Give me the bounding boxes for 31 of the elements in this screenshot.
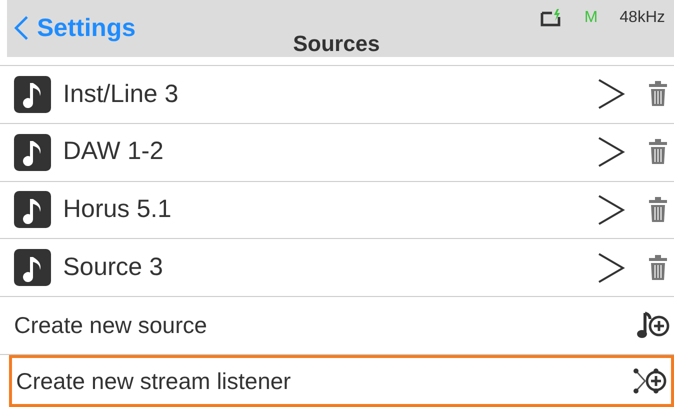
chevron-right-icon[interactable] xyxy=(596,136,626,168)
music-note-icon xyxy=(14,249,51,286)
add-network-icon[interactable] xyxy=(633,366,667,396)
action-row[interactable]: Create new source xyxy=(0,297,674,356)
music-note-icon xyxy=(14,191,51,228)
trash-icon[interactable] xyxy=(648,254,668,281)
source-name: Horus 5.1 xyxy=(63,194,172,226)
action-row[interactable]: Create new stream listener xyxy=(9,355,674,407)
add-note-icon[interactable] xyxy=(636,310,670,341)
source-row[interactable]: DAW 1-2 xyxy=(0,124,674,182)
trash-icon[interactable] xyxy=(648,139,668,166)
source-row[interactable]: Horus 5.1 xyxy=(0,182,674,240)
trash-icon[interactable] xyxy=(648,81,668,108)
music-note-icon xyxy=(14,76,51,113)
source-name: DAW 1-2 xyxy=(63,136,164,168)
source-row[interactable]: Source 3 xyxy=(0,239,674,298)
chevron-right-icon[interactable] xyxy=(596,78,626,110)
page-title: Sources xyxy=(293,30,380,58)
music-note-icon xyxy=(14,134,51,171)
action-label: Create new source xyxy=(14,311,208,340)
action-label: Create new stream listener xyxy=(16,366,292,396)
source-name: Source 3 xyxy=(63,252,164,284)
chevron-right-icon[interactable] xyxy=(596,194,626,226)
mode-indicator: M xyxy=(584,8,598,28)
power-icon xyxy=(540,9,562,27)
chevron-left-icon xyxy=(13,15,29,42)
source-row[interactable]: Inst/Line 3 xyxy=(0,66,674,124)
sample-rate: 48kHz xyxy=(620,8,665,28)
trash-icon[interactable] xyxy=(648,196,668,223)
source-name: Inst/Line 3 xyxy=(63,78,180,110)
chevron-right-icon[interactable] xyxy=(596,252,626,284)
